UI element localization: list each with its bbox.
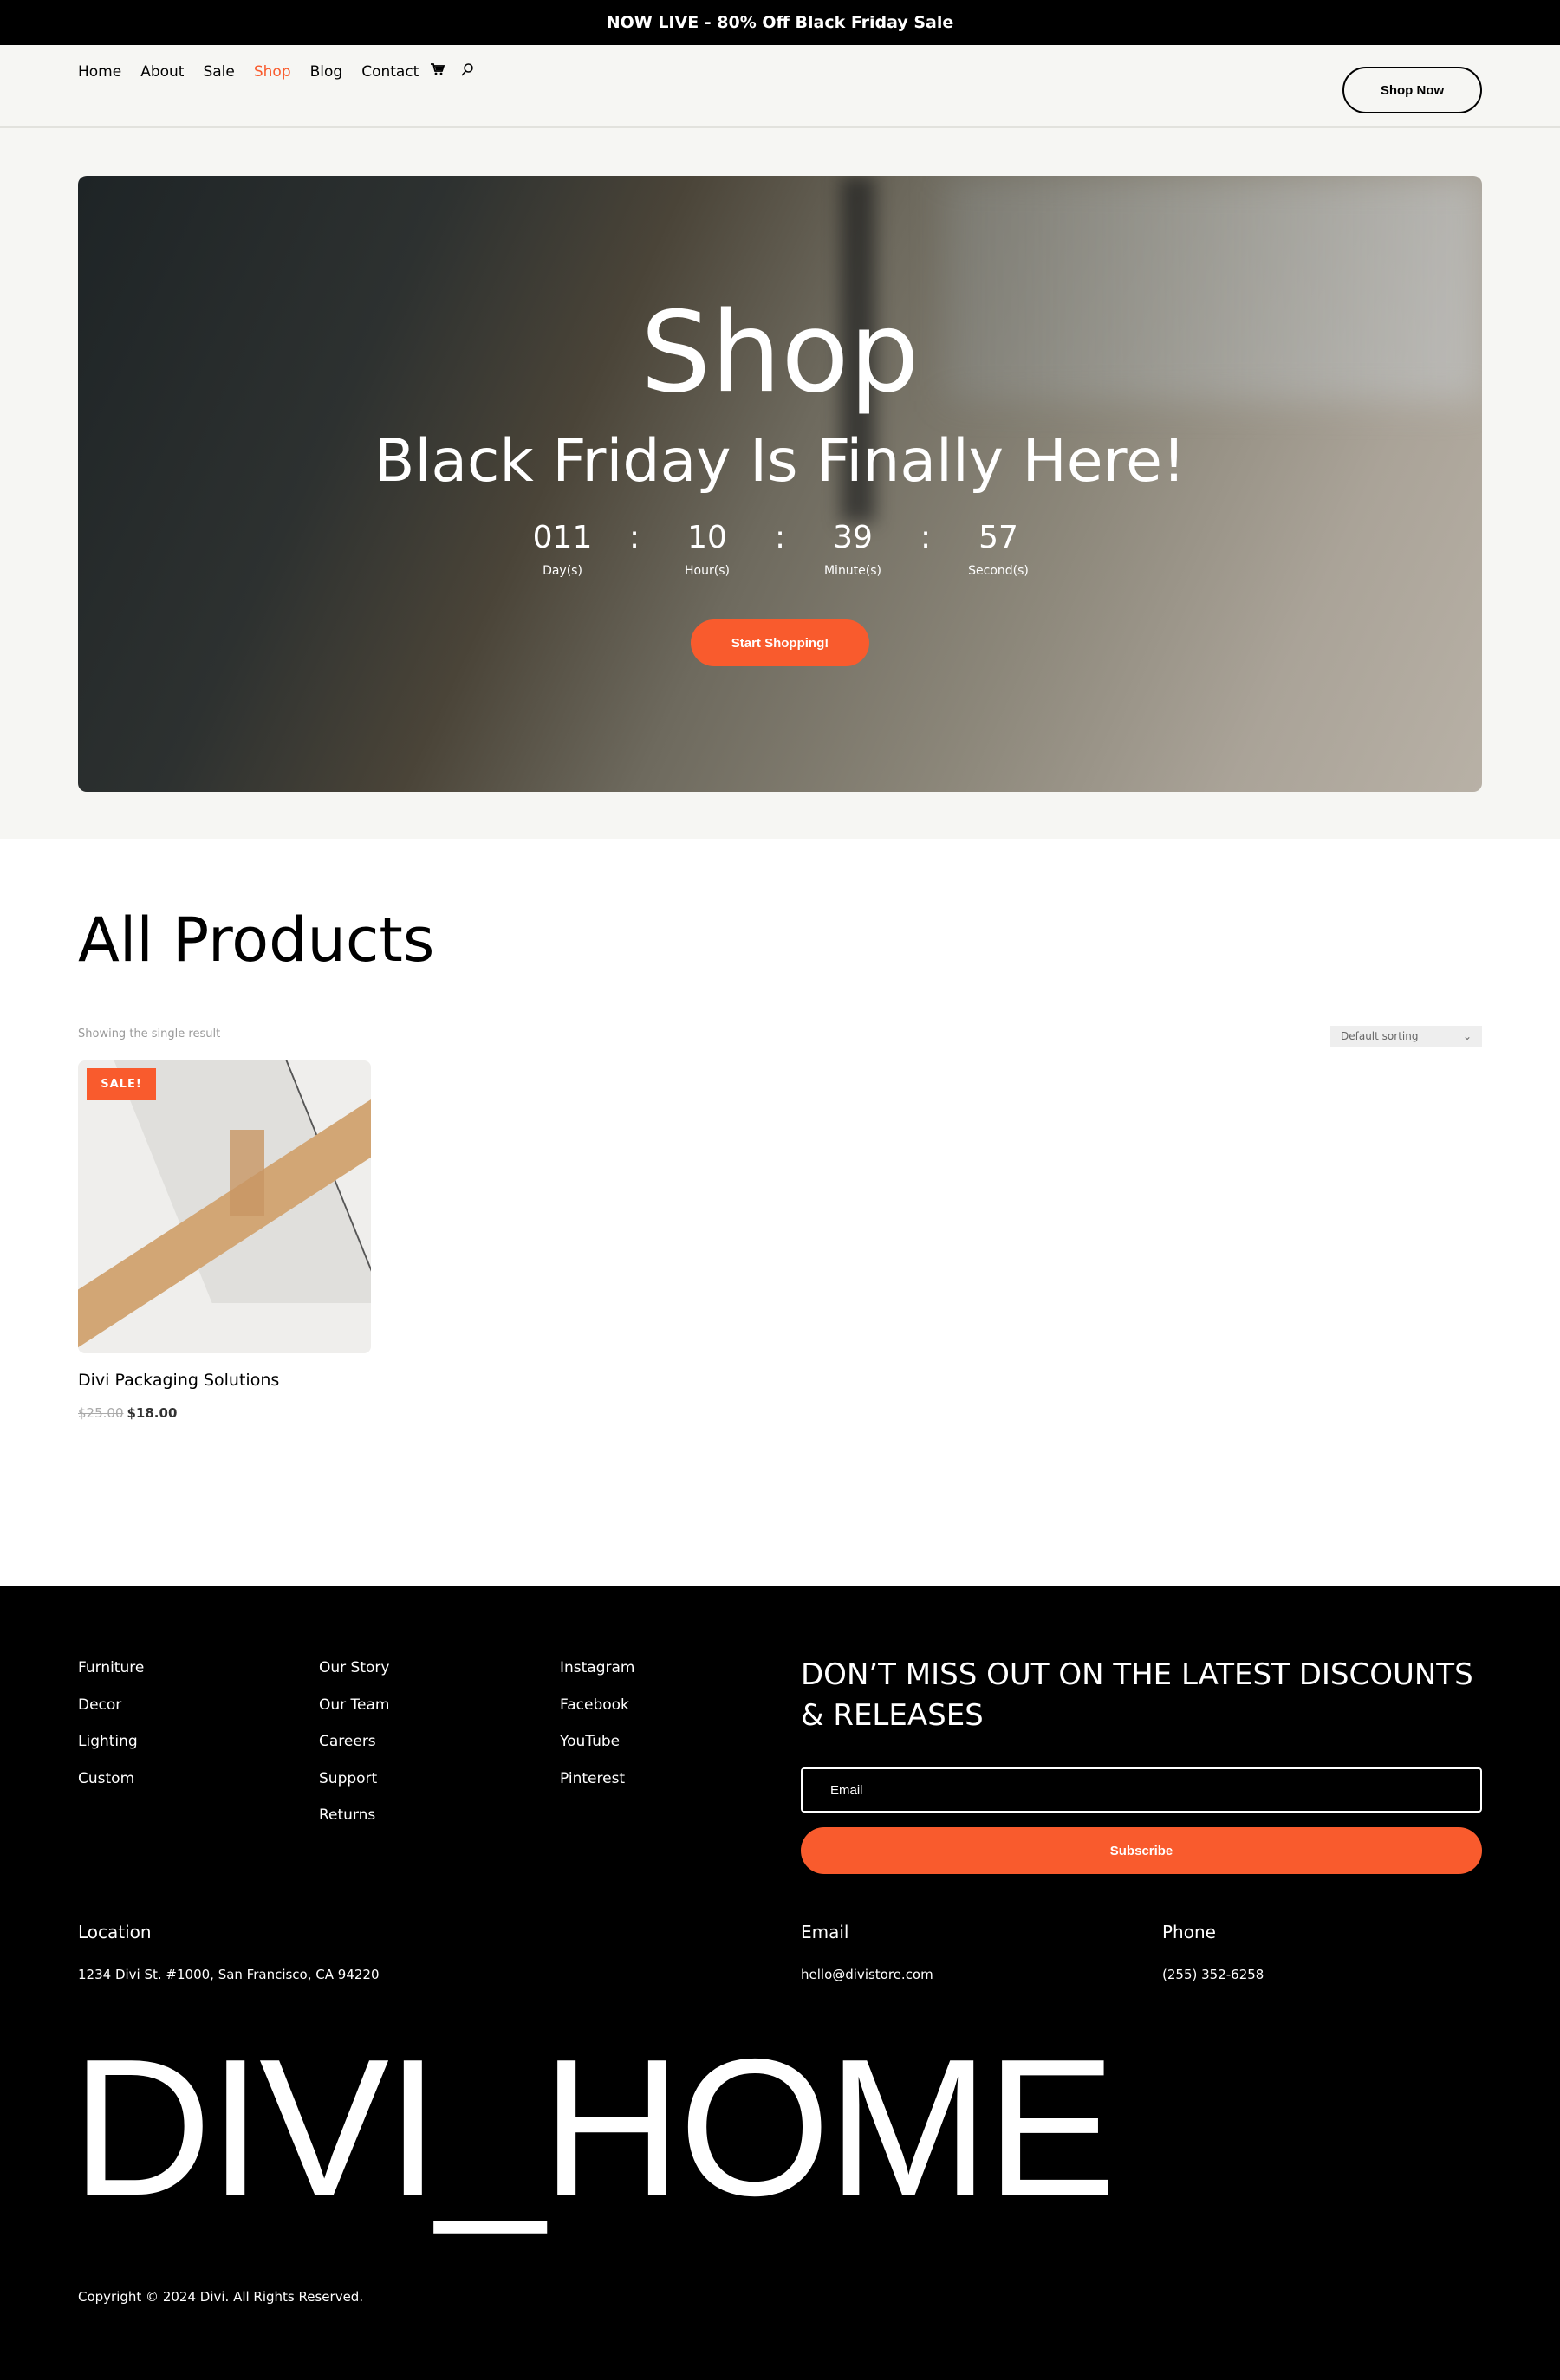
location-label: Location [78, 1922, 152, 1942]
location-value: 1234 Divi St. #1000, San Francisco, CA 9… [78, 1967, 380, 1982]
footer-link[interactable]: Facebook [560, 1696, 635, 1734]
sale-badge: SALE! [87, 1068, 156, 1100]
nav-sale[interactable]: Sale [203, 63, 234, 81]
footer-link[interactable]: YouTube [560, 1733, 635, 1770]
footer-link[interactable]: Lighting [78, 1733, 144, 1770]
nav-shop[interactable]: Shop [254, 63, 291, 81]
page-title: All Products [78, 905, 435, 976]
sale-price: $18.00 [127, 1405, 178, 1421]
newsletter-heading: DON’T MISS OUT ON THE LATEST DISCOUNTS &… [801, 1657, 1473, 1733]
footer-link[interactable]: Furniture [78, 1659, 144, 1696]
footer-link[interactable]: Custom [78, 1770, 144, 1807]
brand-logo-text: DIVI_HOME [71, 2018, 1116, 2236]
subscribe-button[interactable]: Subscribe [801, 1827, 1482, 1874]
countdown-separator: : [920, 520, 932, 555]
product-image[interactable]: SALE! [78, 1060, 371, 1353]
phone-label: Phone [1162, 1922, 1216, 1942]
hero-subtitle: Black Friday Is Finally Here! [374, 427, 1186, 496]
nav-about[interactable]: About [140, 63, 184, 81]
countdown-days: 011 Day(s) [532, 520, 593, 578]
shop-now-button[interactable]: Shop Now [1342, 67, 1482, 113]
email-label: Email [801, 1922, 849, 1942]
nav-blog[interactable]: Blog [310, 63, 343, 81]
footer-col-social: Instagram Facebook YouTube Pinterest [560, 1659, 635, 1806]
footer: Furniture Decor Lighting Custom Our Story Ou… [0, 1586, 1560, 2380]
product-title[interactable]: Divi Packaging Solutions [78, 1371, 279, 1390]
footer-link[interactable]: Support [319, 1770, 389, 1807]
sorting-select[interactable]: Default sorting ⌄ [1330, 1026, 1482, 1047]
footer-link[interactable]: Returns [319, 1806, 389, 1844]
result-count: Showing the single result [78, 1028, 221, 1041]
countdown-seconds: 57 Second(s) [968, 520, 1029, 578]
nav-home[interactable]: Home [78, 63, 121, 81]
email-value[interactable]: hello@divistore.com [801, 1967, 933, 1982]
footer-link[interactable]: Our Team [319, 1696, 389, 1734]
old-price: $25.00 [78, 1405, 124, 1421]
email-input[interactable] [801, 1767, 1482, 1813]
chevron-down-icon: ⌄ [1462, 1030, 1472, 1042]
cart-icon[interactable] [431, 62, 445, 81]
search-icon[interactable] [460, 62, 474, 81]
announcement-bar: NOW LIVE - 80% Off Black Friday Sale [0, 0, 1560, 45]
countdown-separator: : [629, 520, 640, 555]
hero-banner: Shop Black Friday Is Finally Here! 011 Da… [78, 176, 1482, 792]
footer-link[interactable]: Careers [319, 1733, 389, 1770]
nav-contact[interactable]: Contact [361, 63, 419, 81]
product-price: $25.00 $18.00 [78, 1405, 177, 1421]
phone-value[interactable]: (255) 352-6258 [1162, 1967, 1264, 1982]
footer-link[interactable]: Pinterest [560, 1770, 635, 1807]
sorting-value: Default sorting [1341, 1030, 1419, 1042]
footer-link[interactable]: Our Story [319, 1659, 389, 1696]
hero-title: Shop [640, 289, 920, 418]
footer-col-categories: Furniture Decor Lighting Custom [78, 1659, 144, 1806]
countdown-minutes: 39 Minute(s) [823, 520, 882, 578]
footer-link[interactable]: Decor [78, 1696, 144, 1734]
countdown-separator: : [775, 520, 786, 555]
countdown-hours: 10 Hour(s) [685, 520, 730, 578]
footer-link[interactable]: Instagram [560, 1659, 635, 1696]
copyright: Copyright © 2024 Divi. All Rights Reserv… [78, 2289, 364, 2305]
start-shopping-button[interactable]: Start Shopping! [691, 619, 869, 666]
footer-col-company: Our Story Our Team Careers Support Returns [319, 1659, 389, 1844]
announcement-text: NOW LIVE - 80% Off Black Friday Sale [606, 13, 954, 32]
main-nav: Home About Sale Shop Blog Contact Shop N… [0, 45, 1560, 128]
